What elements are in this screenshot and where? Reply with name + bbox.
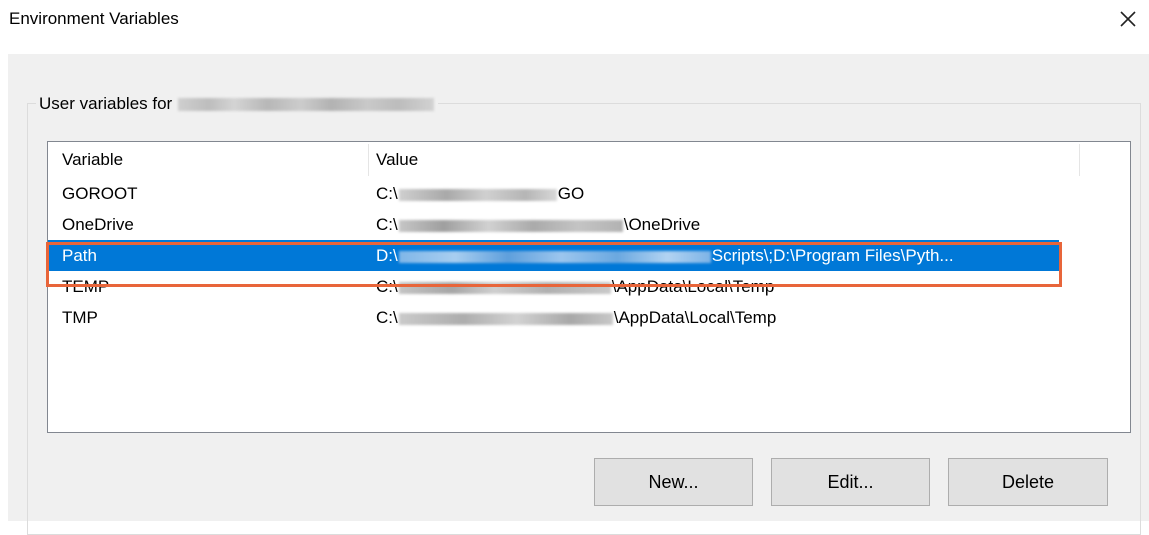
variable-name: TMP (62, 308, 98, 327)
redacted-text (398, 188, 557, 201)
delete-button[interactable]: Delete (948, 458, 1108, 506)
value-prefix: D:\ (376, 246, 398, 265)
edit-button[interactable]: Edit... (771, 458, 930, 506)
variable-name: GOROOT (62, 184, 138, 203)
redacted-username (178, 97, 435, 111)
table-row[interactable]: TMP C:\ \AppData\Local\Temp (48, 302, 1059, 333)
value-suffix: GO (557, 184, 585, 203)
table-row[interactable]: TEMP C:\ \AppData\Local\Temp (48, 271, 1059, 302)
close-button[interactable] (1110, 2, 1146, 36)
value-suffix: \AppData\Local\Temp (611, 277, 775, 296)
variable-value: C:\ \AppData\Local\Temp (376, 302, 1056, 333)
table-row[interactable]: OneDrive C:\ \OneDrive (48, 209, 1059, 240)
variable-value: C:\ \AppData\Local\Temp (376, 271, 1056, 302)
redacted-text (398, 312, 613, 325)
variable-name: TEMP (62, 277, 110, 296)
value-prefix: C:\ (376, 184, 398, 203)
variable-value: C:\ \OneDrive (376, 209, 1056, 240)
user-variables-legend: User variables for (36, 94, 439, 113)
variable-name: OneDrive (62, 215, 134, 234)
title-bar: Environment Variables (0, 0, 1149, 40)
dialog-body: User variables for Variable Value GOROOT… (8, 54, 1149, 535)
column-divider[interactable] (368, 144, 369, 176)
column-header-value[interactable]: Value (376, 142, 418, 178)
column-divider[interactable] (1079, 144, 1080, 176)
value-suffix: \OneDrive (623, 215, 701, 234)
variable-value: D:\ Scripts\;D:\Program Files\Pyth... (376, 240, 1056, 271)
value-prefix: C:\ (376, 215, 398, 234)
value-suffix: Scripts\;D:\Program Files\Pyth... (711, 246, 954, 265)
value-prefix: C:\ (376, 277, 398, 296)
variable-value: C:\ GO (376, 178, 1056, 209)
redacted-text (398, 219, 623, 232)
redacted-text (398, 250, 711, 263)
variable-name: Path (62, 246, 97, 265)
redacted-text (398, 281, 611, 294)
group-legend-label: User variables for (39, 94, 173, 113)
list-header: Variable Value (48, 142, 1080, 178)
value-prefix: C:\ (376, 308, 398, 327)
new-button[interactable]: New... (594, 458, 753, 506)
close-icon (1120, 11, 1136, 27)
window-title: Environment Variables (9, 9, 179, 28)
user-variables-list[interactable]: Variable Value GOROOT C:\ GO OneDrive C:\… (47, 141, 1131, 433)
table-row[interactable]: GOROOT C:\ GO (48, 178, 1059, 209)
value-suffix: \AppData\Local\Temp (613, 308, 777, 327)
column-header-variable[interactable]: Variable (62, 142, 123, 178)
table-row-selected[interactable]: Path D:\ Scripts\;D:\Program Files\Pyth..… (48, 240, 1059, 271)
